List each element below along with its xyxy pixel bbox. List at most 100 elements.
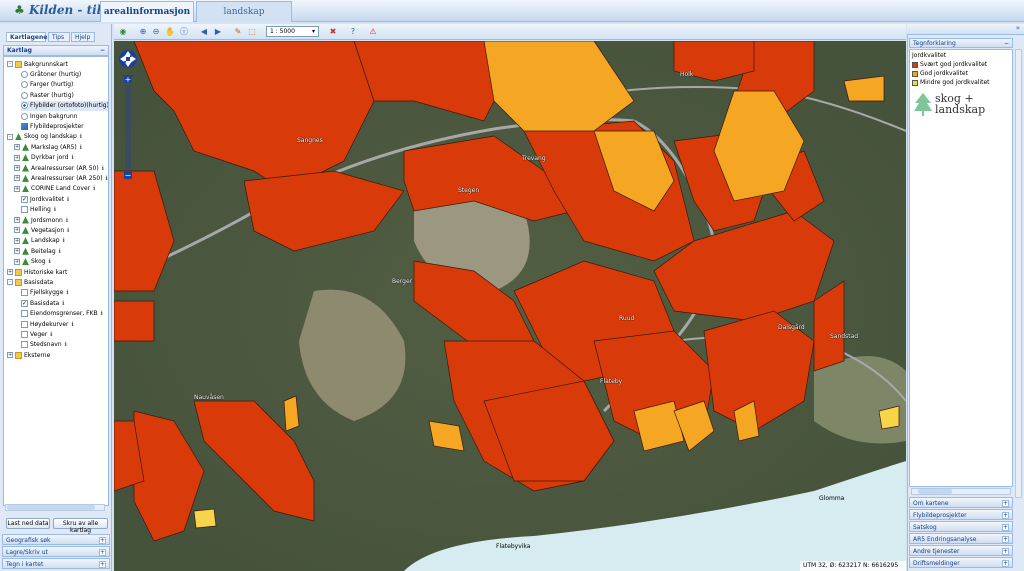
layer-info-icon[interactable]: ℹ bbox=[102, 165, 104, 172]
collapse-icon[interactable]: − bbox=[1004, 40, 1009, 47]
expand-node-icon[interactable]: + bbox=[14, 227, 20, 234]
expand-node-icon[interactable]: + bbox=[14, 175, 20, 182]
expand-node-icon[interactable]: + bbox=[14, 144, 20, 151]
map-canvas[interactable]: + − Sangnes Trevang Stegen Holk Berger R… bbox=[114, 41, 906, 571]
measure-icon[interactable]: ✎ bbox=[233, 27, 243, 37]
expand-icon[interactable]: + bbox=[1002, 560, 1009, 567]
accordion-ar5-endringsanalyse[interactable]: AR5 Endringsanalyse + bbox=[909, 533, 1013, 544]
expand-node-icon[interactable]: + bbox=[14, 165, 20, 171]
layer-tree-item[interactable]: + Beitelag ℹ bbox=[14, 246, 61, 256]
layer-info-icon[interactable]: ℹ bbox=[63, 237, 65, 244]
layer-tree-item[interactable]: + Landskap ℹ bbox=[14, 236, 65, 246]
layer-tree-item[interactable]: Ingen bakgrunn bbox=[21, 111, 77, 121]
collapse-icon[interactable]: − bbox=[100, 47, 105, 54]
radio-icon[interactable] bbox=[21, 70, 28, 78]
checkbox-icon[interactable] bbox=[21, 310, 28, 318]
collapse-node-icon[interactable]: - bbox=[7, 61, 13, 67]
collapse-node-icon[interactable]: - bbox=[7, 133, 13, 140]
zoom-slider[interactable]: + − bbox=[124, 75, 132, 180]
accordion-andre-tjenester[interactable]: Andre tjenester + bbox=[909, 545, 1013, 556]
layer-tree-item[interactable]: + CORINE Land Cover ℹ bbox=[14, 184, 95, 194]
radio-selected-icon[interactable] bbox=[21, 102, 28, 110]
expand-node-icon[interactable]: + bbox=[14, 154, 20, 161]
layer-tree-item[interactable]: ✓ Jordkvalitet ℹ bbox=[21, 194, 69, 204]
map-svg[interactable]: + − bbox=[114, 41, 906, 571]
collapse-node-icon[interactable]: - bbox=[7, 279, 13, 286]
layer-info-icon[interactable]: ℹ bbox=[80, 133, 82, 140]
layer-info-icon[interactable]: ℹ bbox=[67, 227, 69, 234]
scale-select[interactable]: 1 : 5000 ▾ bbox=[266, 26, 319, 37]
layer-info-icon[interactable]: ℹ bbox=[66, 289, 68, 296]
forward-arrow-icon[interactable]: ▶ bbox=[213, 27, 223, 37]
radio-icon[interactable] bbox=[21, 91, 28, 99]
expand-icon[interactable]: + bbox=[99, 561, 106, 568]
skru-av-alle-kartlag-button[interactable]: Skru av alle kartlag bbox=[53, 518, 108, 534]
layer-tree-item[interactable]: Flybilder (ortofoto)(hurtig) bbox=[21, 100, 108, 111]
radio-icon[interactable] bbox=[21, 112, 28, 120]
layer-tree-item[interactable]: Veger ℹ bbox=[21, 329, 53, 339]
field-polygon[interactable] bbox=[283, 395, 300, 432]
layer-tree-item[interactable]: + Historiske kart bbox=[7, 267, 67, 277]
layer-tree-item[interactable]: + Skog ℹ bbox=[14, 257, 51, 267]
zoom-out-icon[interactable]: ⊖ bbox=[151, 27, 161, 37]
checkbox-icon[interactable] bbox=[21, 320, 28, 328]
warning-icon[interactable]: ⚠ bbox=[368, 27, 378, 37]
pan-hand-icon[interactable]: ✋ bbox=[165, 27, 175, 37]
expand-icon[interactable]: + bbox=[1002, 536, 1009, 543]
expand-icon[interactable]: + bbox=[1002, 500, 1009, 507]
layer-tree-item[interactable]: ✓ Basisdata ℹ bbox=[21, 298, 65, 308]
help-icon[interactable]: ? bbox=[348, 27, 358, 37]
layer-info-icon[interactable]: ℹ bbox=[50, 331, 52, 338]
accordion-lagre-skriv-ut[interactable]: Lagre/Skriv ut + bbox=[2, 546, 110, 557]
layer-tree-item[interactable]: + Vegetasjon ℹ bbox=[14, 225, 69, 235]
layer-info-icon[interactable]: ℹ bbox=[67, 196, 69, 203]
layer-tree-item[interactable]: + Arealressurser (AR 250) ℹ bbox=[14, 173, 108, 183]
checkbox-icon[interactable] bbox=[21, 341, 28, 349]
accordion-satskog[interactable]: Satskog + bbox=[909, 521, 1013, 532]
tab-hjelp[interactable]: Hjelp bbox=[71, 32, 95, 42]
legend-vertical-scrollbar[interactable] bbox=[1015, 49, 1022, 498]
back-arrow-icon[interactable]: ◀ bbox=[199, 27, 209, 37]
checkbox-checked-icon[interactable]: ✓ bbox=[21, 195, 28, 203]
tab-kartlagene[interactable]: Kartlagene bbox=[6, 32, 47, 42]
layer-tree-item[interactable]: + Dyrkbar jord ℹ bbox=[14, 153, 74, 163]
zoom-in-icon[interactable]: ⊕ bbox=[138, 27, 148, 37]
layer-tree-item[interactable]: + Markslag (AR5) ℹ bbox=[14, 142, 82, 152]
collapse-right-icon[interactable]: » bbox=[1016, 24, 1020, 32]
expand-node-icon[interactable]: + bbox=[14, 217, 20, 223]
tab-arealinformasjon[interactable]: arealinformasjon bbox=[100, 1, 194, 22]
layer-tree-item[interactable]: Høydekurver ℹ bbox=[21, 319, 74, 329]
layer-info-icon[interactable]: ℹ bbox=[49, 258, 51, 265]
layer-tree-item[interactable]: Farger (hurtig) bbox=[21, 80, 73, 90]
layer-tree-item[interactable]: Raster (hurtig) bbox=[21, 90, 74, 100]
accordion-tegn-i-kartet[interactable]: Tegn i kartet + bbox=[2, 558, 110, 569]
accordion-geografisk-sok[interactable]: Geografisk søk + bbox=[2, 534, 110, 545]
layer-info-icon[interactable]: ℹ bbox=[59, 248, 61, 255]
layer-info-icon[interactable]: ℹ bbox=[101, 310, 103, 317]
expand-node-icon[interactable]: + bbox=[14, 258, 20, 265]
layer-info-icon[interactable]: ℹ bbox=[106, 175, 108, 182]
layer-tree-item[interactable]: Fjellskygge ℹ bbox=[21, 288, 69, 298]
layer-tree-item[interactable]: + Eksterne bbox=[7, 350, 50, 360]
checkbox-icon[interactable] bbox=[21, 206, 28, 214]
layer-tree-item[interactable]: - Skog og landskap ℹ bbox=[7, 132, 82, 142]
layer-tree-item[interactable]: + Arealressurser (AR 50) ℹ bbox=[14, 163, 104, 173]
expand-icon[interactable]: + bbox=[1002, 524, 1009, 531]
expand-node-icon[interactable]: + bbox=[7, 352, 13, 359]
layer-info-icon[interactable]: ℹ bbox=[72, 321, 74, 328]
layer-tree-item[interactable]: Flybildeprosjekter bbox=[21, 121, 84, 131]
expand-node-icon[interactable]: + bbox=[14, 185, 20, 192]
layer-tree-item[interactable]: Stedsnavn ℹ bbox=[21, 340, 67, 350]
scrollbar-thumb[interactable] bbox=[918, 489, 952, 494]
app-logo[interactable]: ♣ Kilden - til bbox=[14, 3, 101, 17]
expand-node-icon[interactable]: + bbox=[14, 248, 20, 255]
checkbox-icon[interactable] bbox=[21, 289, 28, 297]
eraser-icon[interactable]: ✖ bbox=[328, 27, 338, 37]
pan-control[interactable] bbox=[119, 50, 137, 68]
expand-node-icon[interactable]: + bbox=[7, 269, 13, 275]
accordion-flybildeprosjekter[interactable]: Flybildeprosjekter + bbox=[909, 509, 1013, 520]
layer-info-icon[interactable]: ℹ bbox=[93, 185, 95, 192]
accordion-driftsmeldinger[interactable]: Driftsmeldinger + bbox=[909, 557, 1013, 568]
expand-node-icon[interactable]: + bbox=[14, 237, 20, 244]
expand-icon[interactable]: + bbox=[99, 537, 106, 544]
